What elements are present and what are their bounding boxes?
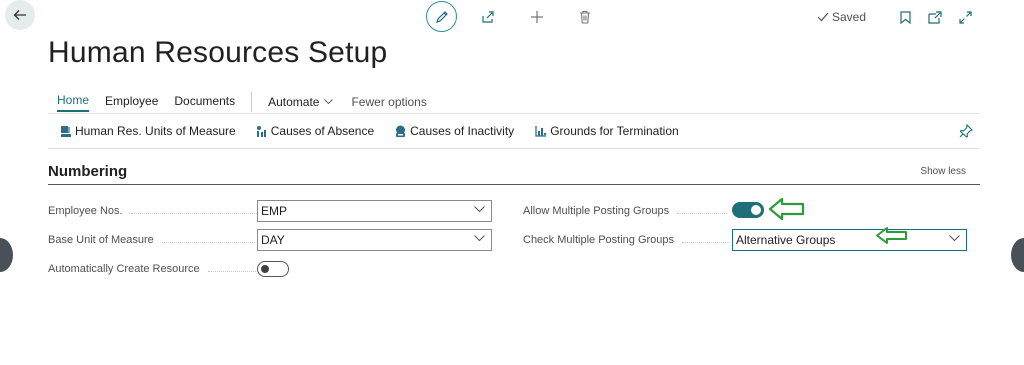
employee-nos-value: EMP <box>261 204 288 218</box>
trash-icon <box>580 10 590 24</box>
action-causes-of-inactivity[interactable]: Causes of Inactivity <box>394 124 514 138</box>
chevron-down-icon <box>324 99 334 105</box>
divider <box>48 113 980 114</box>
section-title-numbering[interactable]: Numbering <box>48 163 127 180</box>
show-less-button[interactable]: Show less <box>920 166 966 177</box>
termination-icon <box>535 125 547 137</box>
check-multiple-posting-value: Alternative Groups <box>736 233 836 247</box>
automate-menu[interactable]: Automate <box>268 95 334 109</box>
action-causes-of-absence[interactable]: Causes of Absence <box>256 124 374 138</box>
plus-icon <box>531 10 543 23</box>
edit-button[interactable] <box>426 1 457 32</box>
employee-nos-field[interactable]: EMP <box>257 200 492 222</box>
field-label-text: Automatically Create Resource <box>48 263 200 275</box>
expand-icon <box>958 10 972 24</box>
promoted-actions: Human Res. Units of Measure Causes of Ab… <box>60 124 699 138</box>
field-label-text: Base Unit of Measure <box>48 234 154 246</box>
units-icon <box>61 125 71 137</box>
action-label: Grounds for Termination <box>550 124 679 138</box>
dotted-leader <box>207 270 256 272</box>
action-label: Causes of Inactivity <box>410 124 515 138</box>
inactivity-icon <box>396 125 406 137</box>
auto-create-resource-toggle[interactable] <box>257 261 289 277</box>
automate-label: Automate <box>268 95 320 109</box>
fewer-options-button[interactable]: Fewer options <box>351 95 426 109</box>
field-label-text: Employee Nos. <box>48 205 123 217</box>
base-unit-value: DAY <box>261 233 285 247</box>
pin-icon[interactable] <box>959 124 973 138</box>
dotted-leader <box>161 241 255 243</box>
scroll-right-button[interactable] <box>1011 238 1024 272</box>
action-units-of-measure[interactable]: Human Res. Units of Measure <box>60 124 236 138</box>
base-unit-field[interactable]: DAY <box>257 229 492 251</box>
action-grounds-for-termination[interactable]: Grounds for Termination <box>534 124 679 138</box>
bookmark-button[interactable] <box>894 6 916 28</box>
delete-button[interactable] <box>574 6 596 28</box>
checkmark-icon <box>817 12 829 22</box>
page-title: Human Resources Setup <box>48 36 388 69</box>
annotation-arrow-icon <box>768 197 805 221</box>
pencil-icon <box>435 10 448 23</box>
chevron-down-icon <box>949 235 960 242</box>
bookmark-icon <box>899 10 911 24</box>
chevron-down-icon <box>474 235 485 242</box>
share-button[interactable] <box>477 6 499 28</box>
expand-button[interactable] <box>954 6 976 28</box>
back-button[interactable] <box>5 0 35 30</box>
dotted-leader <box>677 212 728 214</box>
base-unit-label: Base Unit of Measure <box>48 234 255 246</box>
toggle-knob <box>751 205 761 215</box>
divider <box>48 148 980 149</box>
action-bar: Home Employee Documents Automate Fewer o… <box>57 92 427 112</box>
toggle-knob <box>261 265 269 273</box>
share-icon <box>482 10 494 23</box>
section-rule <box>48 184 980 185</box>
annotation-arrow-icon <box>876 227 907 244</box>
new-button[interactable] <box>526 6 548 28</box>
chevron-down-icon <box>474 206 485 213</box>
tab-documents[interactable]: Documents <box>174 94 235 111</box>
open-new-window-button[interactable] <box>924 6 946 28</box>
allow-multiple-posting-toggle[interactable] <box>732 202 764 218</box>
check-multiple-posting-label: Check Multiple Posting Groups <box>523 234 731 246</box>
allow-multiple-posting-label: Allow Multiple Posting Groups <box>523 205 728 217</box>
action-bar-divider <box>251 92 253 112</box>
open-in-new-window-icon <box>928 10 942 24</box>
action-label: Causes of Absence <box>270 124 375 138</box>
check-multiple-posting-field[interactable]: Alternative Groups <box>732 229 967 251</box>
saved-status: Saved <box>817 10 866 24</box>
scroll-left-button[interactable] <box>0 238 13 272</box>
absence-icon <box>256 125 266 137</box>
dotted-leader <box>682 241 731 243</box>
field-label-text: Allow Multiple Posting Groups <box>523 205 670 217</box>
tab-home[interactable]: Home <box>57 93 90 112</box>
auto-create-resource-label: Automatically Create Resource <box>48 263 256 275</box>
employee-nos-label: Employee Nos. <box>48 205 257 217</box>
field-label-text: Check Multiple Posting Groups <box>523 234 675 246</box>
saved-label: Saved <box>831 10 866 24</box>
back-arrow-icon <box>13 10 26 20</box>
tab-employee[interactable]: Employee <box>105 94 158 111</box>
action-label: Human Res. Units of Measure <box>75 124 236 138</box>
dotted-leader <box>130 212 257 214</box>
